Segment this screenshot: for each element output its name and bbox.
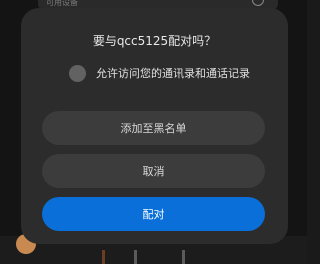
pairing-dialog: 要与qcc5125配对吗？ 允许访问您的通讯录和通话记录 添加至黑名单 取消 配… (21, 8, 288, 244)
contacts-access-option[interactable]: 允许访问您的通讯录和通话记录 (69, 64, 250, 82)
cancel-button[interactable]: 取消 (42, 154, 265, 188)
pair-button[interactable]: 配对 (42, 197, 265, 231)
screen: 可用设备 要与qcc5125配对吗？ 允许访问您的通讯录和通话记录 添加至黑名单… (0, 0, 307, 264)
background-section-label: 可用设备 (46, 0, 78, 7)
background-decor (102, 250, 105, 264)
add-to-blacklist-button[interactable]: 添加至黑名单 (42, 111, 265, 145)
checkbox-icon[interactable] (69, 64, 86, 82)
background-decor (182, 250, 185, 264)
contacts-access-label: 允许访问您的通讯录和通话记录 (96, 67, 250, 80)
settings-ring-icon (252, 0, 264, 6)
dialog-title: 要与qcc5125配对吗？ (92, 34, 217, 48)
background-decor (134, 250, 137, 264)
